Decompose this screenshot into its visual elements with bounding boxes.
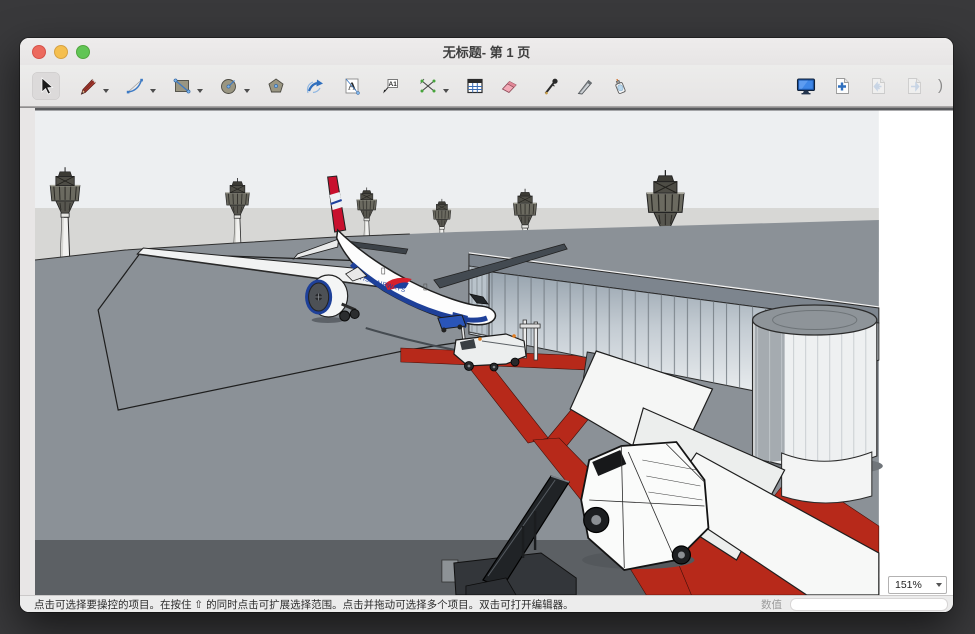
tool-split-button[interactable]: [571, 72, 599, 100]
toolbar-overflow-chevron[interactable]: ): [938, 77, 943, 94]
measurement-label: 数值: [761, 597, 790, 612]
window-title: 无标题- 第 1 页: [20, 42, 953, 61]
offset-arrow-icon: [304, 76, 324, 96]
tool-line-button[interactable]: [74, 72, 102, 100]
circle-dropdown-caret[interactable]: [244, 89, 250, 93]
circle-icon: [219, 76, 239, 96]
tool-offset-button[interactable]: [300, 72, 328, 100]
toolbar: A A1: [20, 65, 953, 107]
arc-dropdown-caret[interactable]: [150, 89, 156, 93]
page-plus-icon: [832, 76, 852, 96]
measurement-input[interactable]: [790, 598, 948, 611]
fullscreen-button[interactable]: [76, 45, 90, 59]
chevron-down-icon: [936, 583, 942, 587]
zoom-level-value: 151%: [895, 579, 922, 591]
status-hint-text: 点击可选择要操控的项目。在按住 ⇧ 的同时点击可扩展选择范围。点击并拖动可选择多…: [34, 597, 574, 612]
arc-icon: [125, 76, 145, 96]
knife-icon: [575, 76, 595, 96]
layout-app-window: 无标题- 第 1 页: [20, 38, 953, 612]
svg-text:A1: A1: [389, 80, 398, 87]
titlebar: 无标题- 第 1 页: [20, 38, 953, 65]
add-page-button[interactable]: [828, 72, 856, 100]
label-icon: A1: [380, 76, 400, 96]
text-icon: A: [342, 76, 362, 96]
tool-text-button[interactable]: A: [338, 72, 366, 100]
polygon-icon: [266, 76, 286, 96]
dimension-icon: [418, 76, 438, 96]
statusbar: 点击可选择要操控的项目。在按住 ⇧ 的同时点击可扩展选择范围。点击并拖动可选择多…: [20, 595, 953, 612]
tool-label-button[interactable]: A1: [376, 72, 404, 100]
page-forward-icon: [904, 76, 924, 96]
tool-dimension-button[interactable]: [414, 72, 442, 100]
tool-arc-button[interactable]: [121, 72, 149, 100]
sketchup-model-viewport[interactable]: BRITISH AIRWAYS: [35, 108, 953, 595]
document-canvas[interactable]: BRITISH AIRWAYS: [20, 107, 953, 595]
page-back-icon: [868, 76, 888, 96]
eyedropper-icon: [541, 76, 561, 96]
traffic-lights: [20, 45, 90, 59]
tool-rectangle-button[interactable]: [168, 72, 196, 100]
eraser-icon: [499, 76, 519, 96]
start-presentation-button[interactable]: [792, 72, 820, 100]
table-icon: [465, 76, 485, 96]
viewport-top-edge: [35, 108, 953, 111]
tool-select-button[interactable]: [32, 72, 60, 100]
tool-join-button[interactable]: [605, 72, 633, 100]
minimize-button[interactable]: [54, 45, 68, 59]
rectangle-icon: [172, 76, 192, 96]
tool-polygon-button[interactable]: [262, 72, 290, 100]
tool-eraser-button[interactable]: [495, 72, 523, 100]
tool-circle-button[interactable]: [215, 72, 243, 100]
dimension-dropdown-caret[interactable]: [443, 89, 449, 93]
line-dropdown-caret[interactable]: [103, 89, 109, 93]
zoom-level-select[interactable]: 151%: [888, 576, 947, 594]
tool-table-button[interactable]: [461, 72, 489, 100]
glue-bottle-icon: [609, 76, 629, 96]
next-page-button[interactable]: [900, 72, 928, 100]
close-button[interactable]: [32, 45, 46, 59]
tool-style-button[interactable]: [537, 72, 565, 100]
previous-page-button[interactable]: [864, 72, 892, 100]
rectangle-dropdown-caret[interactable]: [197, 89, 203, 93]
cursor-arrow-icon: [36, 76, 56, 96]
pencil-icon: [78, 76, 98, 96]
monitor-icon: [795, 76, 817, 96]
